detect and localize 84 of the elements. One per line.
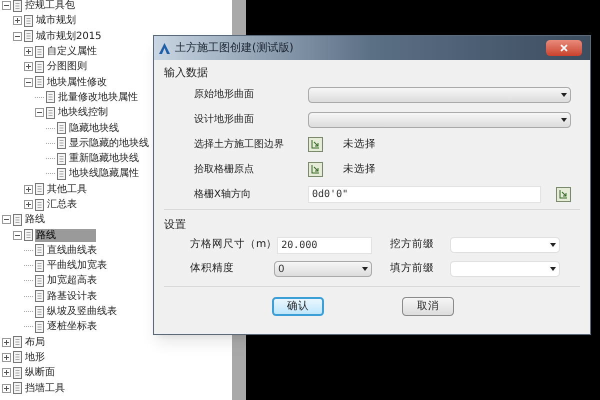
dropdown-arrow-icon (550, 267, 556, 271)
document-icon (13, 382, 22, 394)
tree-item[interactable]: 城市规划2015 (35, 30, 102, 43)
document-icon (57, 137, 66, 150)
app-logo-icon (158, 42, 171, 54)
document-icon (57, 168, 66, 180)
document-icon (46, 91, 55, 104)
status-text: 未选择 (343, 136, 376, 152)
tree-item[interactable]: 分图图则 (46, 60, 88, 74)
tree-item[interactable]: 其他工具 (46, 182, 88, 196)
document-icon (13, 351, 22, 364)
tree-item[interactable]: 平曲线加宽表 (46, 259, 108, 272)
section-heading: 设置 (164, 216, 187, 233)
field-label: 填方前缀 (390, 261, 435, 276)
field-label: 挖方前缀 (390, 237, 435, 252)
pick-icon (308, 137, 323, 152)
field-label: 选择土方施工图边界 (193, 138, 285, 152)
tree-item[interactable]: 批量修改地块属性 (57, 90, 139, 104)
document-icon (35, 46, 44, 58)
dropdown-arrow-icon (362, 267, 368, 271)
close-button[interactable] (546, 40, 582, 56)
dropdown-arrow-icon (561, 118, 567, 122)
field-label: 方格网尺寸（m） (189, 237, 278, 252)
dialog-button[interactable]: 取消 (402, 297, 454, 316)
document-icon (35, 274, 44, 287)
text-field[interactable]: 20.000 (277, 236, 372, 254)
document-icon (35, 183, 44, 196)
tree-item[interactable]: 纵坡及竖曲线表 (46, 305, 118, 318)
tree-item[interactable]: 路线 (35, 228, 96, 242)
section-heading: 输入数据 (164, 64, 209, 81)
tree-item[interactable]: 地形 (24, 350, 46, 364)
dropdown[interactable]: 0 (274, 261, 372, 277)
tree-item[interactable]: 纵断面 (24, 366, 56, 380)
tree-item[interactable]: 地块线控制 (57, 106, 109, 120)
window-title: 土方施工图创建(测试版) (175, 40, 294, 56)
field-label: 拾取格栅原点 (193, 162, 255, 177)
pick-icon (556, 187, 571, 202)
tree-item[interactable]: 城市规划 (35, 14, 77, 28)
tree-item[interactable]: 布局 (24, 336, 46, 349)
document-icon (24, 14, 33, 27)
document-icon (35, 306, 44, 318)
tree-item[interactable]: 重新隐藏地块线 (68, 152, 140, 166)
tree-item[interactable]: 隐藏地块线 (68, 122, 120, 135)
document-icon (35, 290, 44, 302)
document-icon (35, 260, 44, 272)
text-field[interactable]: 0d0'0" (308, 186, 541, 203)
document-icon (35, 76, 44, 88)
document-icon (35, 198, 44, 210)
document-icon (24, 229, 33, 242)
tree-item[interactable]: 控规工具包 (24, 0, 76, 12)
field-label: 体积精度 (189, 261, 235, 276)
document-icon (35, 244, 44, 256)
document-icon (46, 106, 55, 119)
pick-button[interactable] (308, 162, 323, 177)
tree-item[interactable]: 路线 (24, 213, 46, 226)
document-icon (35, 60, 44, 73)
tree-item[interactable]: 汇总表 (46, 198, 78, 211)
dropdown-arrow-icon (550, 243, 556, 247)
pick-icon (308, 162, 323, 177)
tree-item[interactable]: 显示隐藏的地块线 (68, 136, 150, 150)
document-icon (24, 30, 33, 42)
tree-item[interactable]: 加宽超高表 (46, 274, 98, 288)
document-icon (13, 366, 22, 379)
field-label: 格栅X轴方向 (193, 188, 252, 202)
pick-button[interactable] (556, 187, 571, 202)
document-icon (57, 122, 66, 134)
tree-item[interactable]: 地块线隐藏属性 (68, 167, 140, 180)
document-icon (35, 320, 44, 333)
field-label: 设计地形曲面 (193, 112, 255, 127)
tree-item[interactable]: 路基设计表 (46, 290, 98, 303)
field-label: 原始地形曲面 (193, 88, 255, 102)
tree-item[interactable]: 地块属性修改 (46, 76, 108, 89)
dialog-button[interactable]: 确认 (272, 297, 324, 316)
tree-item[interactable]: 自定义属性 (46, 45, 98, 58)
document-icon (57, 152, 66, 165)
pick-button[interactable] (308, 137, 323, 152)
dropdown-arrow-icon (561, 92, 567, 96)
tree-item[interactable]: 挡墙工具 (24, 382, 66, 395)
document-icon (13, 336, 22, 348)
status-text: 未选择 (343, 162, 376, 177)
tree-item[interactable]: 直线曲线表 (46, 244, 98, 257)
document-icon (13, 214, 22, 226)
close-icon (560, 44, 568, 52)
tree-item[interactable]: 逐桩坐标表 (46, 320, 98, 334)
